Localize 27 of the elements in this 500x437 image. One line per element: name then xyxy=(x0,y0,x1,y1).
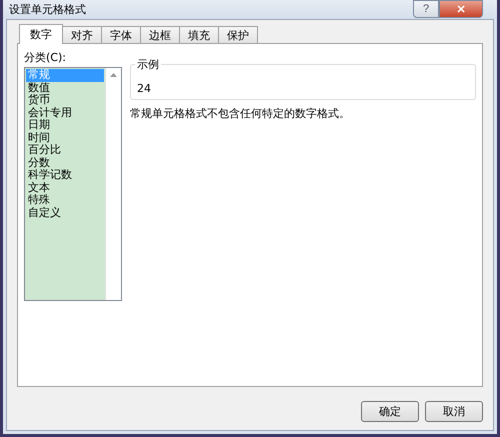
tab[interactable]: 边框 xyxy=(140,26,180,43)
tab[interactable]: 字体 xyxy=(101,26,141,43)
tab[interactable]: 保护 xyxy=(218,26,258,43)
category-label: 分类(C): xyxy=(24,50,67,65)
scrollbar[interactable] xyxy=(105,68,121,300)
dialog-button[interactable]: 确定 xyxy=(361,401,419,422)
sample-value: 24 xyxy=(137,82,151,95)
window-title: 设置单元格格式 xyxy=(9,2,86,17)
list-item[interactable]: 文本 xyxy=(26,182,104,194)
tab[interactable]: 对齐 xyxy=(62,26,102,43)
list-item[interactable]: 特殊 xyxy=(26,194,104,206)
list-item[interactable]: 货币 xyxy=(26,94,104,106)
help-button[interactable]: ? xyxy=(413,0,439,18)
list-item[interactable]: 会计专用 xyxy=(26,106,104,119)
description-text: 常规单元格格式不包含任何特定的数字格式。 xyxy=(130,106,351,121)
list-item[interactable]: 科学记数 xyxy=(26,169,104,182)
dialog-button[interactable]: 取消 xyxy=(425,401,483,422)
sample-label: 示例 xyxy=(135,57,161,72)
tab[interactable]: 填充 xyxy=(179,26,219,43)
scroll-up-icon[interactable] xyxy=(110,73,117,77)
tab[interactable]: 数字 xyxy=(19,24,63,44)
list-item[interactable]: 日期 xyxy=(26,119,104,132)
list-item[interactable]: 百分比 xyxy=(26,144,104,156)
list-item[interactable]: 分数 xyxy=(26,156,104,169)
list-item[interactable]: 自定义 xyxy=(26,206,104,219)
list-item[interactable]: 时间 xyxy=(26,132,104,144)
list-item[interactable]: 数值 xyxy=(26,82,104,94)
